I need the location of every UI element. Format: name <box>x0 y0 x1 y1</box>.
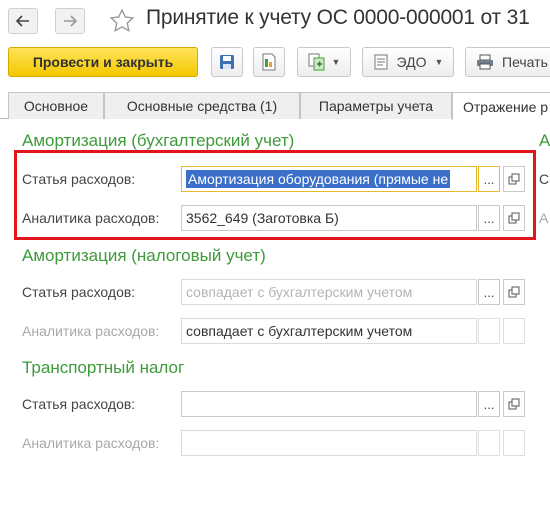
window-title: Принятие к учету ОС 0000-000001 от 31 <box>146 6 530 29</box>
print-button[interactable]: Печать <box>465 47 550 77</box>
tab-main[interactable]: Основное <box>8 92 104 119</box>
transport-analytics-select-button <box>478 430 500 456</box>
tax-expense-item-open-button[interactable] <box>503 279 525 305</box>
post-and-close-button[interactable]: Провести и закрыть <box>8 47 198 77</box>
tab-accounting-params[interactable]: Параметры учета <box>300 92 452 119</box>
create-based-on-icon <box>308 53 325 71</box>
create-based-on-button[interactable]: ▼ <box>297 47 351 77</box>
tax-expense-item-field[interactable]: совпадает с бухгалтерским учетом <box>181 279 477 305</box>
floppy-disk-icon <box>220 55 234 69</box>
forward-button[interactable] <box>55 8 85 34</box>
transport-expense-item-select-button[interactable]: ... <box>478 391 500 417</box>
edo-button[interactable]: ЭДО ▼ <box>362 47 454 77</box>
tab-fixed-assets[interactable]: Основные средства (1) <box>104 92 300 119</box>
favorite-star-button[interactable] <box>108 7 136 35</box>
edo-label: ЭДО <box>396 54 427 70</box>
report-button[interactable] <box>253 47 285 77</box>
tab-reflection[interactable]: Отражение р <box>452 92 550 120</box>
transport-tax-heading: Транспортный налог <box>22 358 185 377</box>
back-button[interactable] <box>8 8 38 34</box>
tax-analytics-open-button <box>503 318 525 344</box>
save-button[interactable] <box>211 47 243 77</box>
accounting-amortization-heading: Амортизация (бухгалтерский учет) <box>22 131 295 150</box>
right-label-fragment-1: С <box>539 171 550 187</box>
ellipsis-icon: ... <box>483 284 495 300</box>
arrow-right-icon <box>64 15 77 27</box>
tax-analytics-value: совпадает с бухгалтерским учетом <box>186 323 413 339</box>
post-and-close-label: Провести и закрыть <box>32 54 174 70</box>
edo-document-icon <box>374 54 388 70</box>
transport-analytics-label: Аналитика расходов: <box>22 435 160 451</box>
tab-main-label: Основное <box>23 98 89 114</box>
transport-expense-item-label: Статья расходов: <box>22 396 136 412</box>
arrow-left-icon <box>16 15 29 27</box>
highlight-frame <box>14 150 536 240</box>
tax-amortization-heading: Амортизация (налоговый учет) <box>22 246 266 265</box>
transport-analytics-open-button <box>503 430 525 456</box>
ellipsis-icon: ... <box>483 396 495 412</box>
open-icon <box>508 398 520 410</box>
transport-analytics-field <box>181 430 477 456</box>
open-icon <box>508 286 520 298</box>
document-report-icon <box>262 53 276 71</box>
tax-analytics-label: Аналитика расходов: <box>22 323 160 339</box>
tab-reflection-label: Отражение р <box>463 98 549 115</box>
star-icon <box>109 8 135 33</box>
printer-icon <box>477 54 493 70</box>
tab-fixed-assets-label: Основные средства (1) <box>126 98 278 114</box>
right-label-fragment-2: А <box>539 210 549 226</box>
tax-expense-item-placeholder: совпадает с бухгалтерским учетом <box>186 284 413 300</box>
chevron-down-icon: ▼ <box>331 57 341 67</box>
tax-analytics-field: совпадает с бухгалтерским учетом <box>181 318 477 344</box>
transport-expense-item-field[interactable] <box>181 391 477 417</box>
chevron-down-icon: ▼ <box>434 57 444 67</box>
print-label: Печать <box>502 54 548 70</box>
transport-expense-item-open-button[interactable] <box>503 391 525 417</box>
tab-accounting-params-label: Параметры учета <box>318 98 434 114</box>
tax-expense-item-select-button[interactable]: ... <box>478 279 500 305</box>
right-column-heading-fragment: Ам <box>539 131 550 150</box>
tax-expense-item-label: Статья расходов: <box>22 284 136 300</box>
tax-analytics-select-button <box>478 318 500 344</box>
